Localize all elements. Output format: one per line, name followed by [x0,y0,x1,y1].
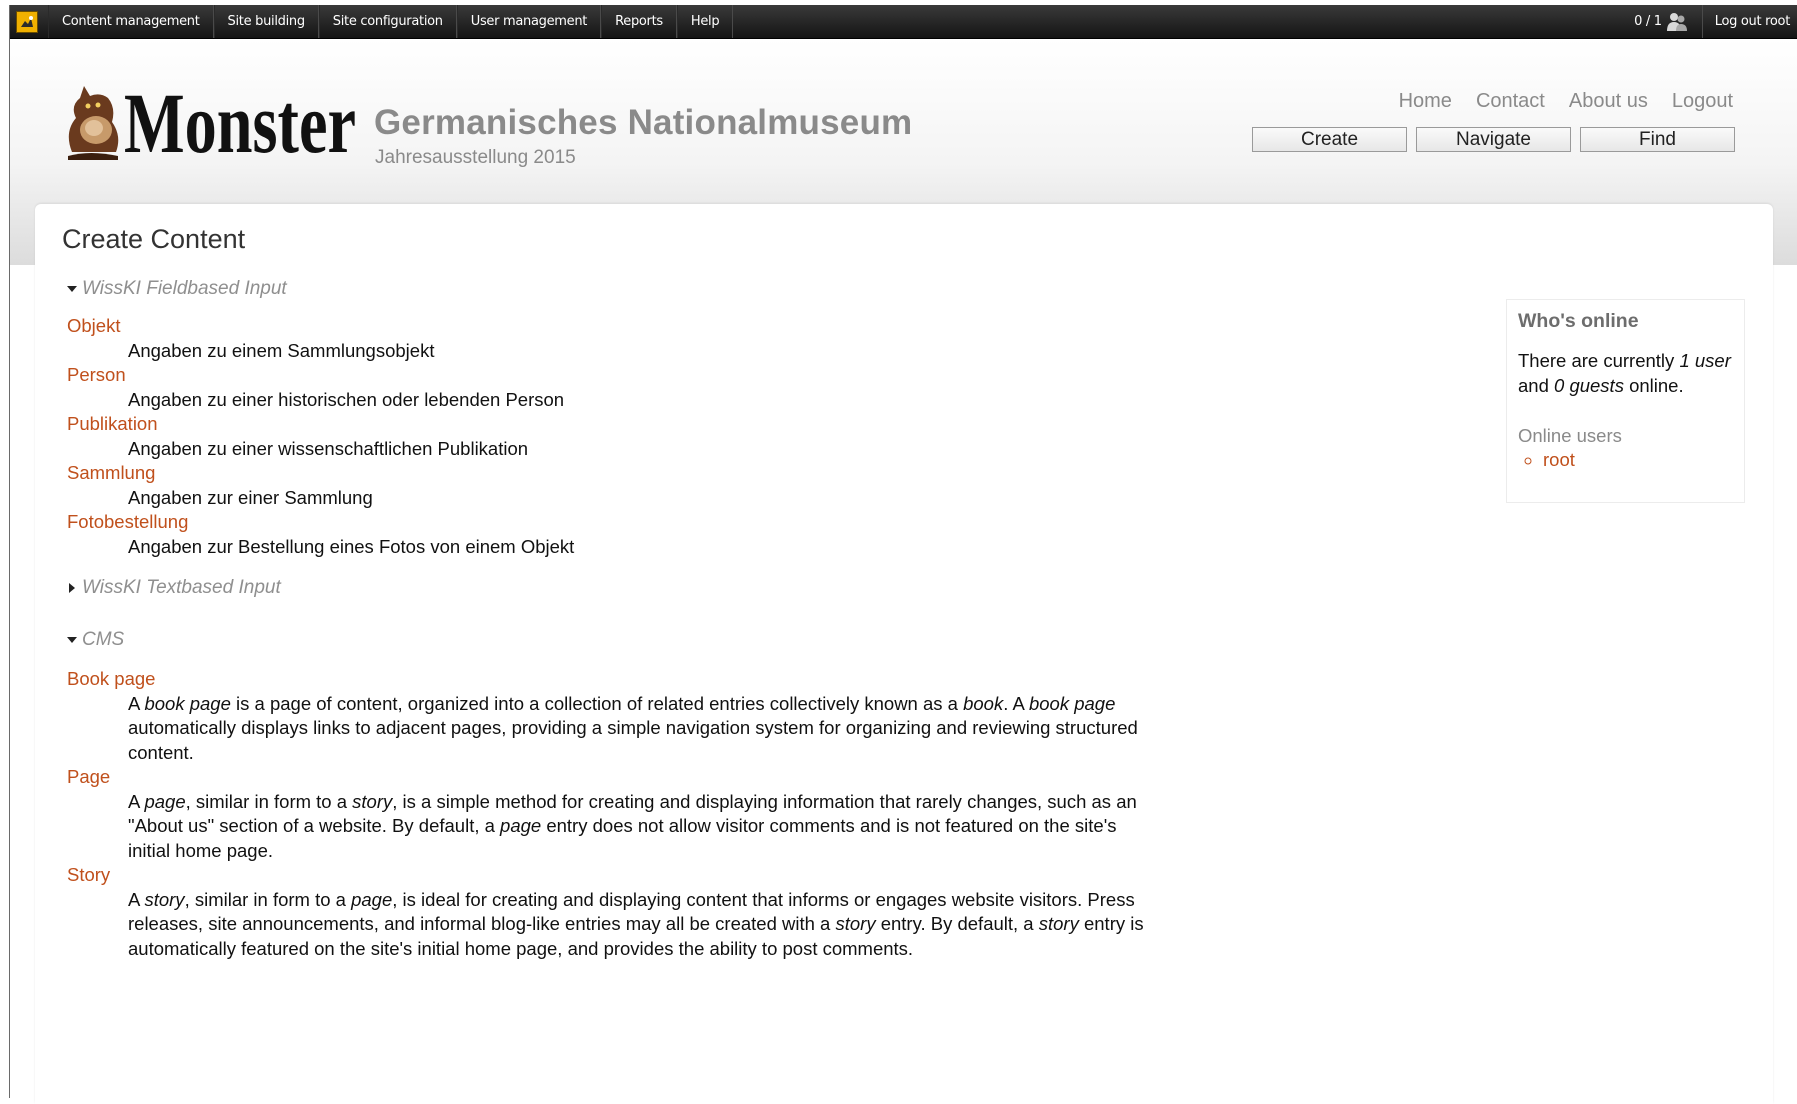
fieldset-legend-label: WissKI Textbased Input [82,577,281,598]
content-type-description: A page, similar in form to a story, is a… [128,790,1137,861]
site-name[interactable]: Germanisches Nationalmuseum [374,103,912,143]
user-count: 1 user [1679,350,1731,371]
admin-menu-help[interactable]: Help [676,5,734,38]
nav-link-about-us[interactable]: About us [1569,90,1648,113]
admin-logout-link[interactable]: Log out root [1701,5,1797,38]
admin-menu-site-configuration[interactable]: Site configuration [318,5,457,38]
guest-count: 0 guests [1554,374,1624,396]
admin-toolbar: Content management Site building Site co… [10,5,1797,39]
content-type-description: A story, similar in form to a page, is i… [128,888,1144,959]
navigate-button[interactable]: Navigate [1416,127,1571,152]
expand-arrow-icon [69,583,75,593]
content-type-list-cms: Book page A book page is a page of conte… [67,667,1148,961]
online-users-count: 0 / 1 [1634,14,1662,29]
content-panel: Create Content WissKI Fieldbased Input O… [35,204,1773,1104]
block-title: Who's online [1518,310,1639,332]
nav-link-home[interactable]: Home [1399,90,1452,113]
content-type-link-publikation[interactable]: Publikation [67,412,574,437]
fieldset-legend-wisski-textbased[interactable]: WissKI Textbased Input [67,577,281,599]
primary-links: Home Contact About us Logout [1399,90,1733,113]
content-type-description: Angaben zu einer wissenschaftlichen Publ… [128,437,529,459]
online-users-counter[interactable]: 0 / 1 [1620,12,1702,32]
content-type-description: Angaben zur einer Sammlung [128,486,373,508]
online-user-link[interactable]: root [1543,449,1575,471]
users-icon [1666,12,1687,31]
create-button[interactable]: Create [1252,127,1407,152]
content-type-description: Angaben zur Bestellung eines Fotos von e… [128,535,575,557]
admin-menu-user-management[interactable]: User management [456,5,602,38]
content-type-link-person[interactable]: Person [67,363,574,388]
browser-viewport: Content management Site building Site co… [9,5,1797,1104]
fieldset-legend-cms[interactable]: CMS [67,629,124,651]
whos-online-text: There are currently 1 user and 0 guests … [1518,350,1731,396]
content-type-list-wisski: Objekt Angaben zu einem Sammlungsobjekt … [67,314,574,559]
site-logo[interactable]: Monster [60,72,360,171]
admin-menu-content-management[interactable]: Content management [48,5,214,38]
online-users-list: root [1518,449,1575,471]
fieldset-legend-label: WissKI Fieldbased Input [82,278,287,299]
content-type-description: Angaben zu einem Sammlungsobjekt [128,339,435,361]
content-type-link-book-page[interactable]: Book page [67,667,1148,692]
drupal-admin-icon[interactable] [16,10,38,33]
admin-toolbar-right: 0 / 1 Log out root [1620,5,1797,38]
content-type-link-story[interactable]: Story [67,863,1148,888]
admin-menu-site-building[interactable]: Site building [213,5,319,38]
monster-logo-image: Monster [68,75,356,171]
collapse-arrow-icon [67,637,77,643]
content-type-link-fotobestellung[interactable]: Fotobestellung [67,510,574,535]
content-type-link-page[interactable]: Page [67,765,1148,790]
whos-online-block: Who's online There are currently 1 user … [1506,299,1745,503]
svg-text:Monster: Monster [124,75,356,160]
header-buttons: Create Navigate Find [1252,127,1735,152]
content-type-description: A book page is a page of content, organi… [128,692,1138,763]
page-title: Create Content [62,224,246,254]
content-type-link-objekt[interactable]: Objekt [67,314,574,339]
nav-link-contact[interactable]: Contact [1476,90,1545,113]
fieldset-legend-wisski-fieldbased[interactable]: WissKI Fieldbased Input [67,278,287,300]
content-type-description: Angaben zu einer historischen oder leben… [128,388,565,410]
content-type-link-sammlung[interactable]: Sammlung [67,461,574,486]
collapse-arrow-icon [67,286,77,292]
fieldset-legend-label: CMS [82,629,125,650]
admin-menu-reports[interactable]: Reports [601,5,677,38]
admin-menu: Content management Site building Site co… [48,5,734,38]
online-users-label: Online users [1518,425,1622,446]
site-slogan: Jahresausstellung 2015 [375,147,576,168]
nav-link-logout[interactable]: Logout [1672,90,1733,113]
find-button[interactable]: Find [1580,127,1735,152]
